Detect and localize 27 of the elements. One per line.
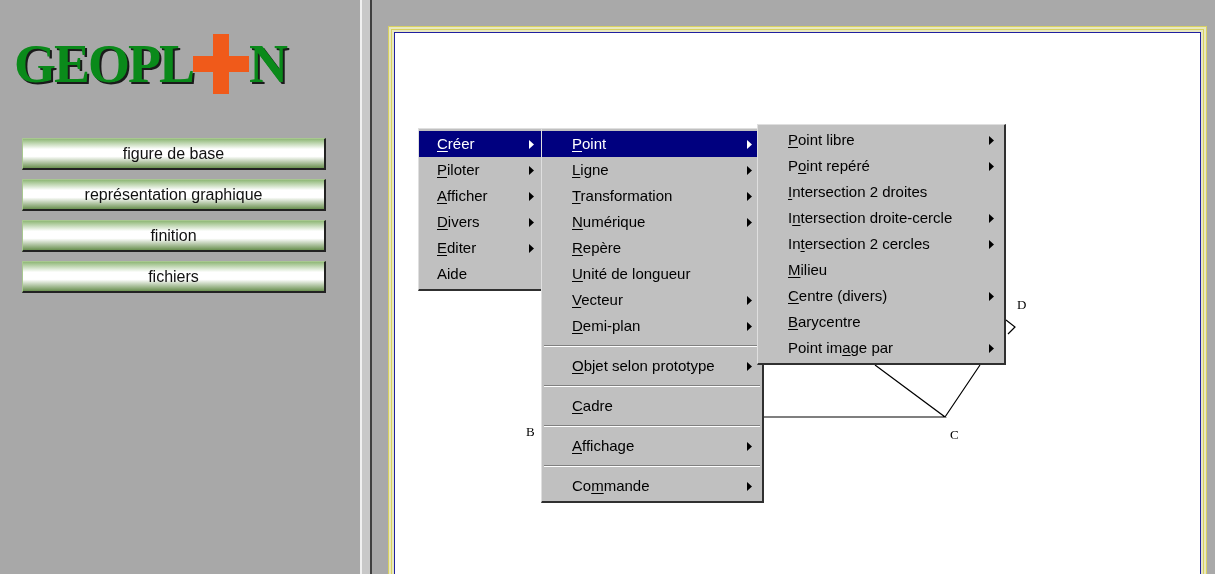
menu-item[interactable]: Divers	[419, 209, 544, 235]
logo-text: GEOPL	[14, 34, 194, 94]
splitter-bar[interactable]	[360, 0, 372, 574]
menu-item[interactable]: Centre (divers)	[758, 283, 1004, 309]
menu-item[interactable]: Intersection droite-cercle	[758, 205, 1004, 231]
menu-item[interactable]: Aide	[419, 261, 544, 287]
point-label: C	[950, 428, 959, 441]
nav-button[interactable]: fichiers	[22, 261, 326, 293]
menu-item[interactable]: Point image par	[758, 335, 1004, 361]
point-label: B	[526, 425, 535, 438]
menu-item[interactable]: Intersection 2 droites	[758, 179, 1004, 205]
menu-item[interactable]: Affichage	[542, 433, 762, 459]
nav-button[interactable]: figure de base	[22, 138, 326, 170]
menu-item[interactable]: Créer	[419, 131, 544, 157]
menu-item[interactable]: Cadre	[542, 393, 762, 419]
point-label: D	[1017, 298, 1027, 311]
menu-item[interactable]: Intersection 2 cercles	[758, 231, 1004, 257]
logo-text: N	[249, 34, 289, 94]
nav-button[interactable]: représentation graphique	[22, 179, 326, 211]
nav-button[interactable]: finition	[22, 220, 326, 252]
plus-cross-icon	[193, 34, 250, 94]
menu-item[interactable]: Commande	[542, 473, 762, 499]
menu-item[interactable]: Milieu	[758, 257, 1004, 283]
menu-item[interactable]: Editer	[419, 235, 544, 261]
menu-item[interactable]: Piloter	[419, 157, 544, 183]
menu-item[interactable]: Afficher	[419, 183, 544, 209]
menu-item[interactable]: Barycentre	[758, 309, 1004, 335]
